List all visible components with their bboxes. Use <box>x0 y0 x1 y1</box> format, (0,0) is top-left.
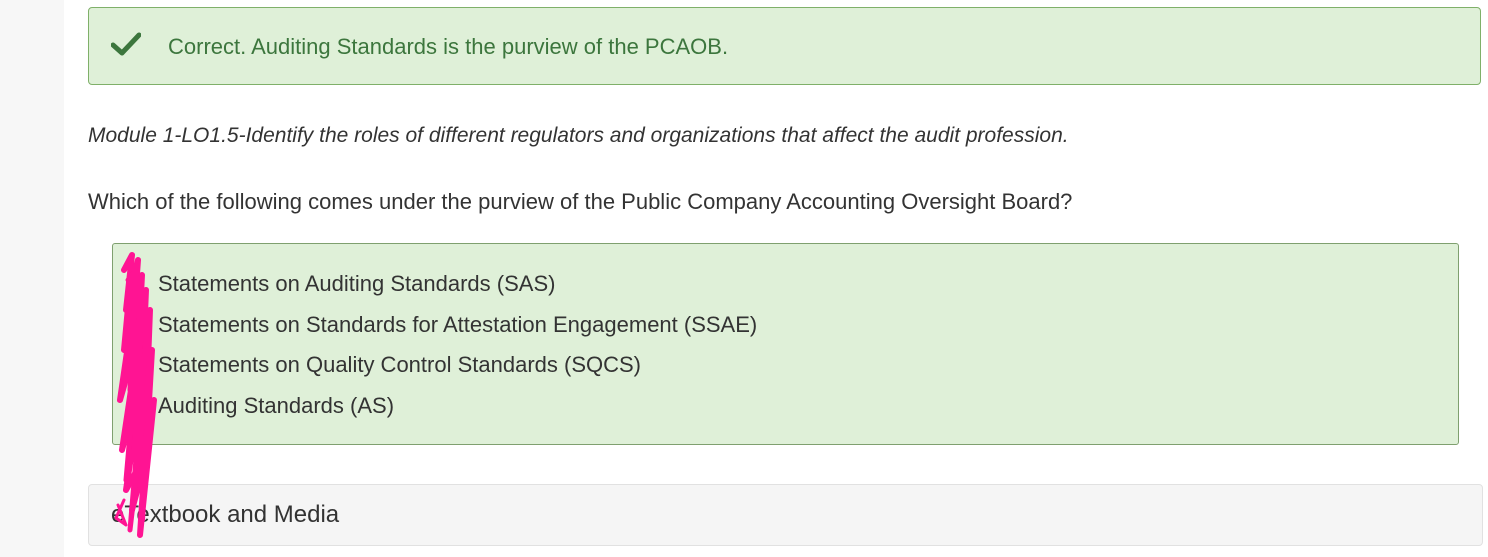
feedback-message: Correct. Auditing Standards is the purvi… <box>168 34 729 59</box>
answer-option-as[interactable]: Auditing Standards (AS) <box>158 393 394 419</box>
answer-option-sas[interactable]: Statements on Auditing Standards (SAS) <box>158 271 555 297</box>
correct-feedback-banner: Correct. Auditing Standards is the purvi… <box>88 7 1481 85</box>
checkmark-icon <box>111 32 141 56</box>
learning-objective: Module 1-LO1.5-Identify the roles of dif… <box>88 124 1069 147</box>
answer-option-ssae[interactable]: Statements on Standards for Attestation … <box>158 312 757 338</box>
etextbook-label[interactable]: eTextbook and Media <box>111 501 339 529</box>
answer-option-sqcs[interactable]: Statements on Quality Control Standards … <box>158 352 641 378</box>
etextbook-and-media-panel[interactable]: eTextbook and Media <box>88 484 1483 546</box>
question-text: Which of the following comes under the p… <box>88 189 1073 214</box>
answer-choices-box: Statements on Auditing Standards (SAS) S… <box>112 243 1459 445</box>
left-gutter <box>0 0 64 557</box>
